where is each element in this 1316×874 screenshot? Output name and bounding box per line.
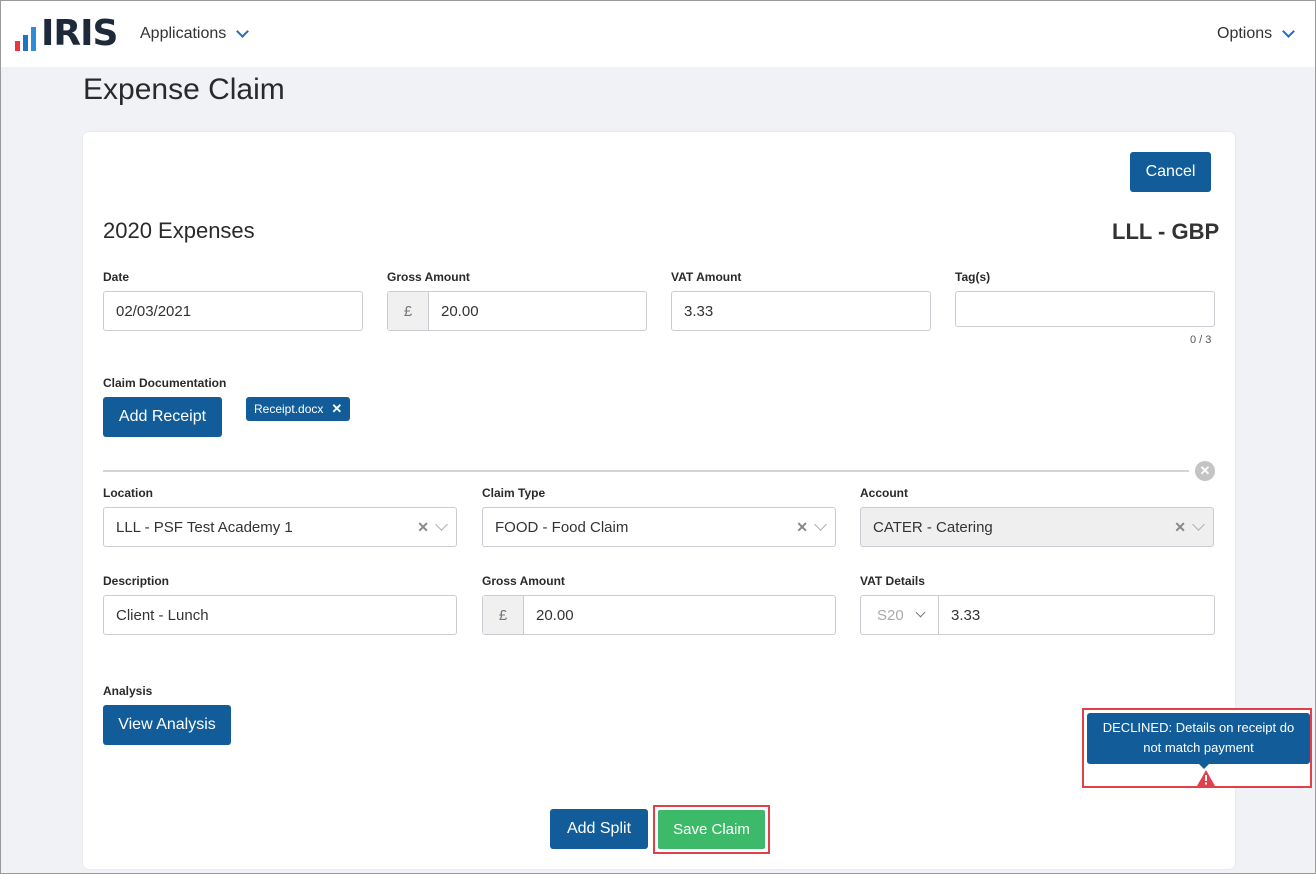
declined-tooltip-line2: not match payment <box>1143 740 1254 755</box>
description-field[interactable]: Client - Lunch <box>103 595 457 635</box>
claim-type-select[interactable]: FOOD - Food Claim ✕ <box>482 507 836 547</box>
tags-label: Tag(s) <box>955 270 991 284</box>
date-field[interactable]: 02/03/2021 <box>103 291 363 331</box>
vat-code-select[interactable]: S20 <box>861 596 939 634</box>
declined-tooltip-line1: DECLINED: Details on receipt do <box>1102 720 1295 735</box>
tags-input[interactable] <box>955 291 1215 327</box>
save-claim-button[interactable]: Save Claim <box>658 810 765 849</box>
cancel-button[interactable]: Cancel <box>1130 152 1211 192</box>
logo-text: IRIS <box>41 13 118 54</box>
logo-bar-lightblue <box>31 27 36 51</box>
applications-menu[interactable]: Applications <box>140 25 250 43</box>
remove-split-icon[interactable]: ✕ <box>1195 461 1215 481</box>
vat-amount-label: VAT Amount <box>671 270 742 284</box>
vat-details-label: VAT Details <box>860 574 925 588</box>
declined-tooltip: DECLINED: Details on receipt do not matc… <box>1087 713 1310 764</box>
top-navigation-bar: IRIS Applications Options <box>1 1 1315 67</box>
split-gross-amount-field[interactable]: £ 20.00 <box>482 595 836 635</box>
split-gross-amount-value: 20.00 <box>536 606 574 624</box>
options-menu[interactable]: Options <box>1217 25 1296 43</box>
logo-bar-blue <box>23 35 28 51</box>
vat-amount-field[interactable]: 3.33 <box>671 291 931 331</box>
attachment-name: Receipt.docx <box>254 402 324 416</box>
vat-amount-value: 3.33 <box>684 302 714 320</box>
claim-documentation-label: Claim Documentation <box>103 376 227 390</box>
vat-details-value: 3.33 <box>951 606 981 624</box>
claim-type-value: FOOD - Food Claim <box>495 518 629 536</box>
gross-amount-field[interactable]: £ 20.00 <box>387 291 647 331</box>
description-label: Description <box>103 574 170 588</box>
logo-bar-red <box>15 41 20 51</box>
clear-icon[interactable]: ✕ <box>417 519 429 536</box>
save-claim-highlight: Save Claim <box>653 805 770 854</box>
attachment-chip[interactable]: Receipt.docx ✕ <box>246 397 351 421</box>
account-label: Account <box>860 486 908 500</box>
claim-section-title: 2020 Expenses <box>103 218 255 243</box>
currency-symbol: £ <box>483 596 524 634</box>
chevron-down-icon <box>1282 25 1296 38</box>
vat-code-value: S20 <box>877 606 904 624</box>
date-label: Date <box>103 270 130 284</box>
location-select[interactable]: LLL - PSF Test Academy 1 ✕ <box>103 507 457 547</box>
options-menu-label: Options <box>1217 25 1273 42</box>
remove-attachment-icon[interactable]: ✕ <box>331 401 342 417</box>
gross-amount-value: 20.00 <box>441 302 479 320</box>
add-split-button[interactable]: Add Split <box>550 809 648 849</box>
applications-menu-label: Applications <box>140 25 227 42</box>
add-receipt-button[interactable]: Add Receipt <box>103 397 222 437</box>
entity-currency: LLL - GBP <box>1112 219 1220 244</box>
tags-counter: 0 / 3 <box>1190 334 1212 346</box>
location-label: Location <box>103 486 153 500</box>
vat-details-field[interactable]: S20 3.33 <box>860 595 1215 635</box>
account-value: CATER - Catering <box>873 518 993 536</box>
account-select[interactable]: CATER - Catering ✕ <box>860 507 1214 547</box>
description-value: Client - Lunch <box>116 606 209 624</box>
gross-amount-label: Gross Amount <box>387 270 470 284</box>
view-analysis-button[interactable]: View Analysis <box>103 705 231 745</box>
page-title: Expense Claim <box>83 73 285 106</box>
currency-symbol: £ <box>388 292 429 330</box>
chevron-down-icon <box>435 518 448 531</box>
warning-icon[interactable] <box>1196 769 1216 787</box>
expense-claim-card <box>83 132 1235 869</box>
clear-icon[interactable]: ✕ <box>796 519 808 536</box>
chevron-down-icon <box>1192 518 1205 531</box>
date-value: 02/03/2021 <box>116 302 192 320</box>
analysis-label: Analysis <box>103 684 153 698</box>
chevron-down-icon <box>236 25 250 38</box>
chevron-down-icon <box>814 518 827 531</box>
location-value: LLL - PSF Test Academy 1 <box>116 518 293 536</box>
split-divider <box>103 470 1189 472</box>
chevron-down-icon <box>915 607 926 618</box>
iris-logo[interactable]: IRIS <box>15 13 118 54</box>
declined-status-highlight: DECLINED: Details on receipt do not matc… <box>1082 708 1312 788</box>
split-gross-amount-label: Gross Amount <box>482 574 565 588</box>
clear-icon[interactable]: ✕ <box>1174 519 1186 536</box>
claim-type-label: Claim Type <box>482 486 546 500</box>
